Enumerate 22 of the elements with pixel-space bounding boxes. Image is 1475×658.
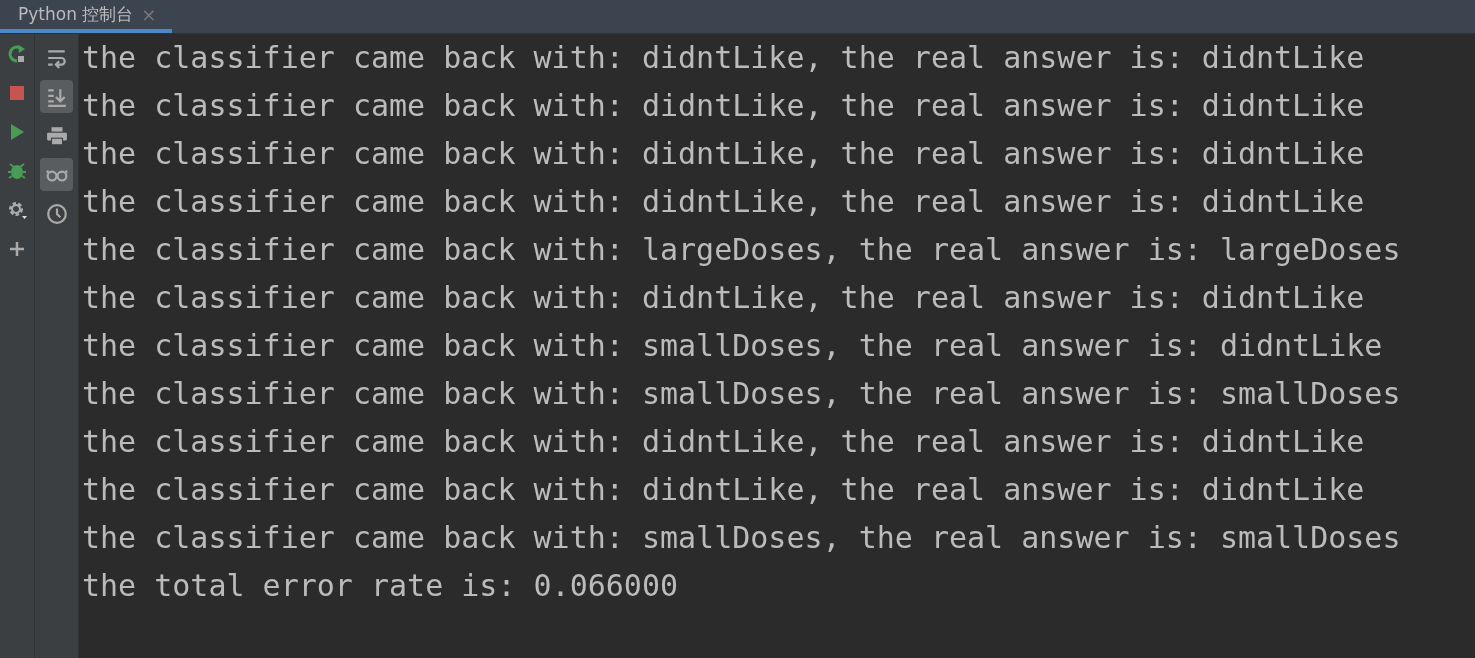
rerun-icon[interactable]	[7, 44, 27, 64]
tab-title: Python 控制台	[18, 3, 134, 26]
console-output-line: the classifier came back with: didntLike, the real answer is: didntLike	[82, 471, 1366, 509]
console-output-line: the classifier came back with: didntLike, the real answer is: didntLike	[82, 39, 1366, 77]
console-output-line: the classifier came back with: didntLike, the real answer is: didntLike	[82, 87, 1366, 125]
console-output-line: the classifier came back with: didntLike, the real answer is: didntLike	[82, 135, 1366, 173]
console-output-line: the classifier came back with: largeDoses, the real answer is: largeDoses	[82, 231, 1401, 269]
glasses-button[interactable]	[40, 158, 73, 191]
console-output-line: the classifier came back with: didntLike, the real answer is: didntLike	[82, 183, 1366, 221]
printer-icon	[45, 124, 68, 147]
bug-icon[interactable]	[7, 161, 27, 181]
console-output-line: the classifier came back with: didntLike, the real answer is: didntLike	[82, 423, 1366, 461]
console-output-line: the classifier came back with: didntLike, the real answer is: didntLike	[82, 279, 1366, 317]
scroll-to-end-button[interactable]	[40, 80, 73, 113]
console-output-line: the total error rate is: 0.066000	[82, 567, 680, 605]
add-icon[interactable]	[7, 239, 27, 259]
settings-icon[interactable]	[7, 200, 27, 220]
stop-icon[interactable]	[7, 83, 27, 103]
clock-icon	[45, 202, 68, 225]
console-output-line: the classifier came back with: smallDoses, the real answer is: smallDoses	[82, 375, 1401, 413]
console-output-line: the classifier came back with: smallDoses, the real answer is: smallDoses	[82, 519, 1401, 557]
console-output-line: the classifier came back with: smallDoses, the real answer is: didntLike	[82, 327, 1384, 365]
